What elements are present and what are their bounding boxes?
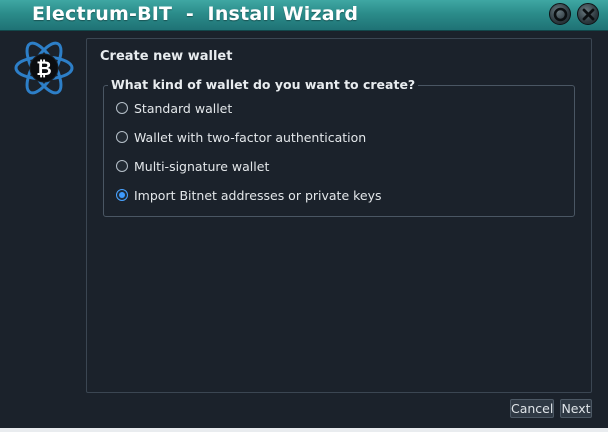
bitcoin-symbol: ₿ — [36, 58, 51, 80]
radio-button[interactable] — [116, 131, 128, 143]
option-two-factor-wallet[interactable]: Wallet with two-factor authentication — [116, 128, 366, 146]
option-multisig-wallet[interactable]: Multi-signature wallet — [116, 157, 269, 175]
option-standard-wallet[interactable]: Standard wallet — [116, 99, 232, 117]
electrum-logo: ₿ — [13, 40, 75, 96]
install-wizard-window: Electrum-BIT - Install Wizard ₿ Create n… — [0, 0, 608, 432]
close-icon — [582, 8, 595, 21]
circle-icon — [553, 7, 568, 22]
wallet-type-question: What kind of wallet do you want to creat… — [108, 77, 419, 92]
window-bottom-edge — [0, 428, 608, 432]
radio-button[interactable] — [116, 102, 128, 114]
page-title: Create new wallet — [100, 49, 233, 64]
radio-button[interactable] — [116, 189, 128, 201]
bitcoin-atom-logo-icon: ₿ — [14, 41, 74, 95]
next-button[interactable]: Next — [560, 399, 592, 418]
close-button[interactable] — [577, 3, 599, 25]
option-label: Multi-signature wallet — [134, 158, 270, 174]
title-bar[interactable]: Electrum-BIT - Install Wizard — [0, 0, 608, 31]
window-title: Electrum-BIT - Install Wizard — [32, 3, 359, 25]
option-label: Standard wallet — [134, 100, 233, 116]
radio-button[interactable] — [116, 160, 128, 172]
option-label: Wallet with two-factor authentication — [134, 129, 367, 145]
option-import-keys[interactable]: Import Bitnet addresses or private keys — [116, 186, 382, 204]
option-label: Import Bitnet addresses or private keys — [134, 187, 382, 203]
maximize-button[interactable] — [549, 3, 571, 25]
cancel-button[interactable]: Cancel — [510, 399, 554, 418]
